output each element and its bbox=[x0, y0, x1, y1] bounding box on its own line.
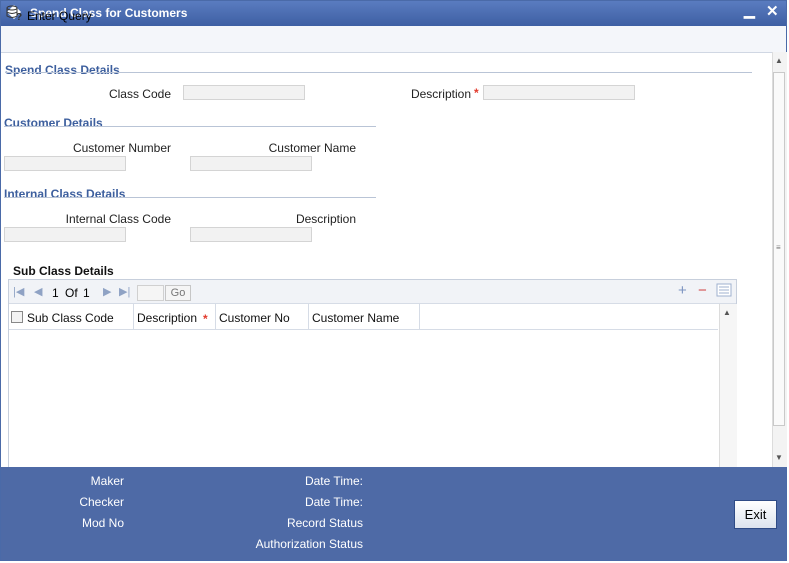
section-divider bbox=[4, 126, 376, 127]
customer-name-label: Customer Name bbox=[268, 141, 356, 155]
customer-number-label: Customer Number bbox=[72, 141, 171, 155]
required-indicator: * bbox=[203, 312, 208, 326]
description-field[interactable] bbox=[483, 85, 635, 100]
prev-page-icon[interactable]: ◀ bbox=[34, 285, 42, 298]
next-page-icon[interactable]: ▶ bbox=[103, 285, 111, 298]
select-all-checkbox[interactable] bbox=[11, 311, 23, 323]
internal-class-section-title: Internal Class Details bbox=[4, 187, 126, 201]
column-divider bbox=[419, 304, 420, 329]
add-row-icon[interactable]: + bbox=[678, 282, 687, 299]
record-status-label: Record Status bbox=[286, 516, 363, 530]
close-button[interactable]: ✕ bbox=[766, 2, 779, 20]
class-code-label: Class Code bbox=[108, 87, 171, 101]
checker-date-time-label: Date Time: bbox=[304, 495, 363, 509]
internal-class-code-label: Internal Class Code bbox=[65, 212, 171, 226]
column-header-description[interactable]: Description bbox=[137, 311, 197, 325]
column-divider bbox=[215, 304, 216, 329]
current-page: 1 bbox=[52, 286, 59, 300]
enter-query-button[interactable]: Enter Query bbox=[27, 9, 92, 23]
delete-row-icon[interactable]: − bbox=[698, 282, 707, 299]
section-divider bbox=[4, 197, 376, 198]
grid-scroll-up-icon[interactable]: ▲ bbox=[723, 308, 731, 317]
page-of-label: Of bbox=[65, 286, 78, 300]
scroll-up-icon[interactable]: ▲ bbox=[775, 56, 783, 65]
last-page-icon[interactable]: ▶| bbox=[119, 285, 130, 298]
column-header-customer-no[interactable]: Customer No bbox=[219, 311, 290, 325]
scroll-down-icon[interactable]: ▼ bbox=[775, 453, 783, 462]
column-divider bbox=[133, 304, 134, 329]
first-page-icon[interactable]: |◀ bbox=[13, 285, 24, 298]
required-indicator: * bbox=[474, 86, 479, 100]
customer-name-field[interactable] bbox=[190, 156, 312, 171]
minimize-button[interactable]: ▁ bbox=[744, 2, 755, 19]
go-button[interactable]: Go bbox=[165, 285, 191, 301]
customer-section-title: Customer Details bbox=[4, 116, 103, 130]
exit-button[interactable]: Exit bbox=[734, 500, 777, 529]
enter-query-icon[interactable]: ? bbox=[5, 4, 23, 25]
spend-class-section-title: Spend Class Details bbox=[5, 63, 120, 77]
class-code-field[interactable] bbox=[183, 85, 305, 100]
checker-label: Checker bbox=[79, 495, 124, 509]
column-divider bbox=[308, 304, 309, 329]
section-divider bbox=[5, 72, 752, 73]
total-pages: 1 bbox=[83, 286, 90, 300]
single-view-icon[interactable] bbox=[716, 283, 732, 300]
internal-description-label: Description bbox=[295, 212, 356, 226]
column-header-customer-name[interactable]: Customer Name bbox=[312, 311, 399, 325]
grid-scrollbar[interactable] bbox=[719, 304, 737, 468]
scroll-grip-icon: ≡ bbox=[776, 243, 781, 252]
svg-text:?: ? bbox=[16, 12, 22, 22]
column-header-sub-class-code[interactable]: Sub Class Code bbox=[27, 311, 114, 325]
authorization-status-label: Authorization Status bbox=[255, 537, 363, 551]
sub-class-title: Sub Class Details bbox=[13, 264, 114, 278]
maker-label: Maker bbox=[90, 474, 124, 488]
toolbar bbox=[1, 26, 786, 53]
page-number-input[interactable] bbox=[137, 285, 164, 301]
maker-date-time-label: Date Time: bbox=[304, 474, 363, 488]
description-label: Description bbox=[410, 87, 471, 101]
internal-description-field[interactable] bbox=[190, 227, 312, 242]
internal-class-code-field[interactable] bbox=[4, 227, 126, 242]
customer-number-field[interactable] bbox=[4, 156, 126, 171]
mod-no-label: Mod No bbox=[81, 516, 124, 530]
